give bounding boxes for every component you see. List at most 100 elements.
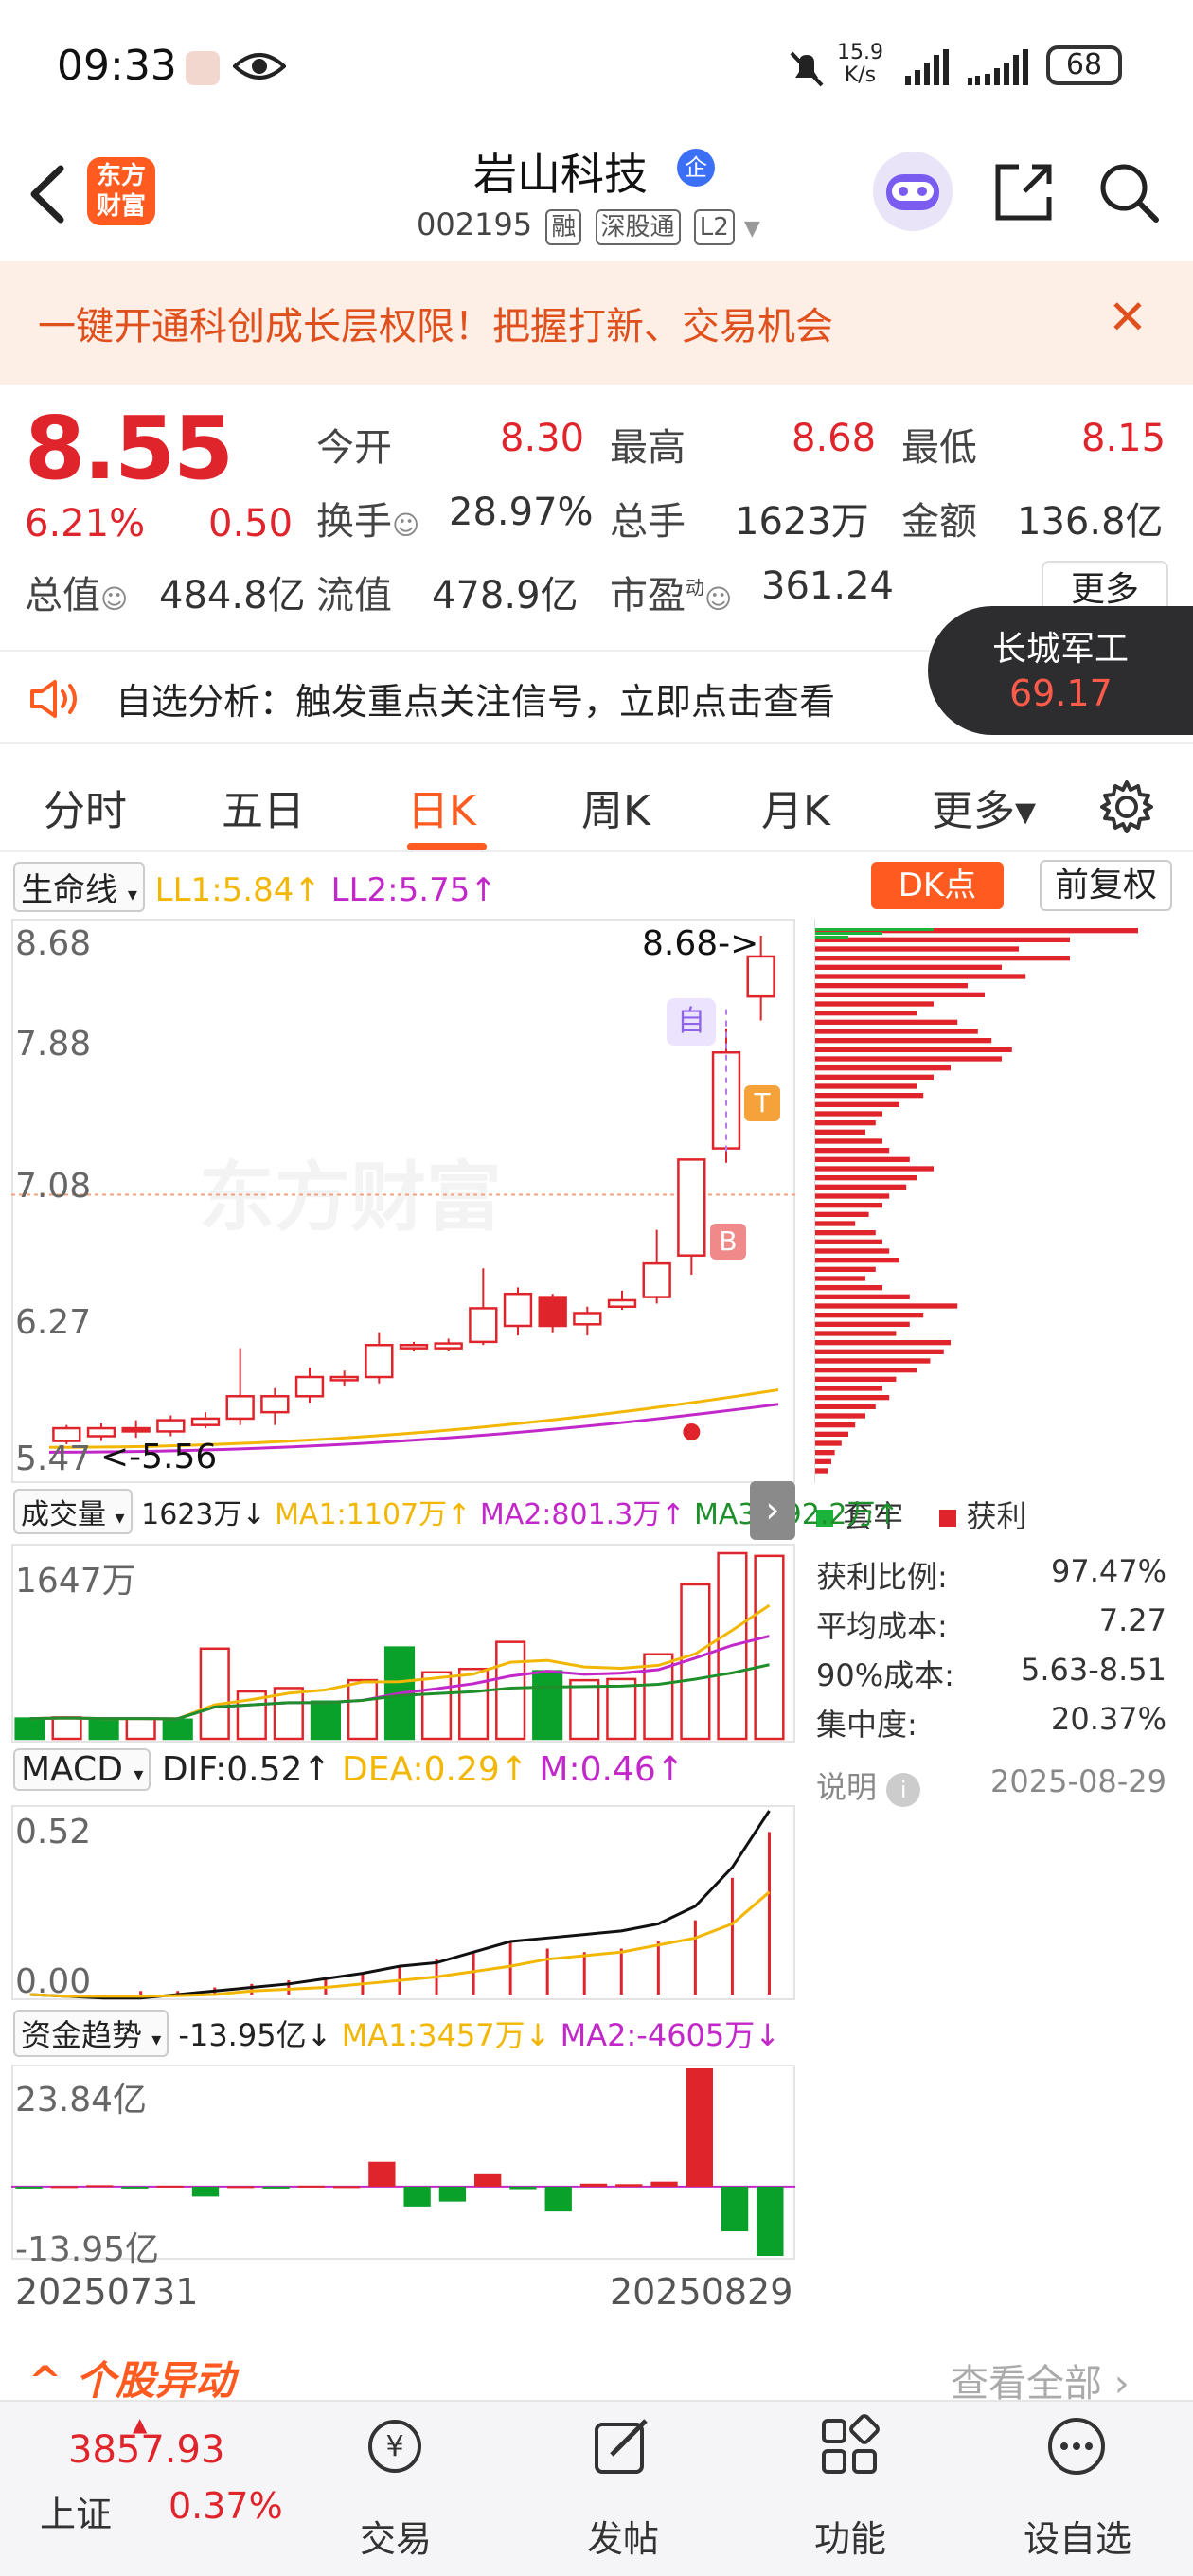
ll1-value: LL1:5.84↑: [154, 871, 321, 909]
chip-profit-bar: [814, 1038, 992, 1044]
chip-profit-bar: [814, 1074, 934, 1080]
promo-banner[interactable]: 一键开通科创成长层权限！把握打新、交易机会 ✕: [0, 261, 1193, 385]
dropdown-icon: ▼: [743, 217, 760, 241]
notification-icon: [186, 51, 220, 85]
info-icon: i: [886, 1773, 921, 1807]
signal-b-badge[interactable]: B: [710, 1224, 746, 1260]
signal-zi-badge[interactable]: 自: [667, 998, 716, 1046]
chip-profit-bar: [814, 1266, 876, 1272]
period-tabs: 分时 五日 日K 周K 月K 更多▾: [0, 758, 1193, 852]
function-icon[interactable]: [816, 2413, 882, 2479]
nav-function[interactable]: 功能: [775, 2510, 926, 2562]
app-logo[interactable]: 东方 财富: [87, 157, 155, 225]
share-icon[interactable]: [990, 159, 1057, 225]
fund-flow-bar: [579, 2183, 608, 2187]
chip-profit-bar: [814, 1129, 865, 1135]
chip-profit-bar: [814, 1395, 890, 1401]
candle-body: [677, 1158, 706, 1257]
fund-select[interactable]: 资金趋势 ▾: [13, 2010, 169, 2057]
price-axis-4: 6.27: [15, 1303, 92, 1342]
high-marker: 8.68->: [642, 924, 759, 963]
indicator-select[interactable]: 生命线 ▾: [13, 862, 145, 912]
adjust-button[interactable]: 前复权: [1040, 860, 1172, 911]
fund-indicator-row: 资金趋势 ▾ -13.95亿↓ MA1:3457万↓ MA2:-4605万↓: [13, 2010, 780, 2057]
volume-bar: [420, 1671, 453, 1741]
dk-point-button[interactable]: DK点: [871, 862, 1004, 909]
macd-select[interactable]: MACD ▾: [13, 1748, 151, 1791]
date-start: 20250731: [15, 2271, 199, 2313]
volume-bar: [14, 1717, 45, 1741]
trade-icon[interactable]: ¥: [362, 2413, 428, 2479]
stock-movement-title[interactable]: ^ 个股异动: [28, 2349, 235, 2406]
ll2-value: LL2:5.75↑: [330, 871, 497, 909]
chip-profit-bar: [814, 992, 985, 997]
mute-icon: [790, 51, 824, 87]
volume-ma1: MA1:1107万↑: [275, 1498, 472, 1531]
ai-robot-icon[interactable]: [873, 152, 953, 231]
post-icon[interactable]: [589, 2413, 655, 2479]
signal-dot: [683, 1423, 701, 1440]
signal-t-badge[interactable]: T: [744, 1085, 780, 1121]
nav-add-watchlist[interactable]: 设自选: [1002, 2510, 1153, 2562]
nav-post[interactable]: 发帖: [547, 2510, 699, 2562]
macd-chart[interactable]: [11, 1805, 795, 2000]
fund-flow-bar: [757, 2186, 784, 2256]
chip-note-row[interactable]: 说明 i 2025-08-29: [816, 1763, 1166, 1807]
close-icon[interactable]: ✕: [1108, 290, 1148, 345]
chip-profit-bar: [814, 983, 968, 989]
tag-connect: 深股通: [595, 209, 681, 245]
tab-monthly-k[interactable]: 月K: [761, 777, 830, 837]
fund-axis-bottom: -13.95亿: [15, 2230, 160, 2269]
nav-trade[interactable]: 交易: [320, 2510, 472, 2562]
price-axis-2: 7.88: [15, 1025, 92, 1064]
status-bar: 09:33 15.9 K/s 68: [0, 0, 1193, 133]
fund-flow-bar: [227, 2186, 255, 2189]
chip-trapped-bar: [814, 928, 934, 931]
more-dots-icon[interactable]: [1043, 2413, 1110, 2479]
candle-body: [156, 1419, 186, 1433]
volume-bar: [310, 1700, 341, 1741]
volume-select[interactable]: 成交量 ▾: [13, 1489, 133, 1534]
pe-label: 市盈动☺: [610, 574, 733, 617]
volume-ma2: MA2:801.3万↑: [479, 1498, 686, 1531]
back-arrow-icon[interactable]: [21, 161, 78, 227]
chip-profit-bar: [814, 1340, 951, 1346]
eye-icon: [233, 53, 286, 80]
search-icon[interactable]: [1095, 159, 1162, 225]
open-label: 今开: [316, 426, 392, 470]
candle-body: [434, 1342, 463, 1350]
stock-code-row[interactable]: 002195 融 深股通 L2 ▼: [417, 206, 760, 245]
stock-name[interactable]: 岩山科技: [473, 140, 648, 203]
price-axis-top: 8.68: [15, 924, 92, 963]
tab-weekly-k[interactable]: 周K: [581, 777, 650, 837]
fund-value: -13.95亿↓: [178, 2017, 332, 2053]
index-change: 0.37%: [169, 2485, 283, 2527]
tab-five-day[interactable]: 五日: [222, 777, 305, 837]
chip-profit-bar: [814, 1349, 944, 1354]
candle-body: [329, 1375, 359, 1382]
expand-arrow-button[interactable]: ›: [750, 1481, 795, 1540]
chip-profit-bar: [814, 1239, 882, 1244]
chip-profit-bar: [814, 1120, 876, 1126]
index-ticker[interactable]: ▲ 3857.93 上证 0.37%: [19, 2413, 303, 2555]
tab-intraday[interactable]: 分时: [44, 777, 127, 837]
floating-stock-tip[interactable]: 长城军工 69.17: [928, 606, 1193, 735]
info-icon: ☺: [704, 583, 733, 615]
macd-m: M:0.46↑: [539, 1750, 685, 1789]
current-price: 8.55: [25, 398, 234, 499]
gear-icon[interactable]: [1098, 778, 1155, 835]
chip-trapped-bar: [814, 932, 882, 935]
change-amount: 0.50: [208, 502, 294, 546]
chip-profit-bar: [814, 1083, 917, 1089]
chip-profit-bar: [814, 1011, 917, 1016]
chip-distribution-chart[interactable]: [814, 919, 1166, 1483]
chip-profit-bar: [814, 1184, 907, 1190]
tab-more[interactable]: 更多▾: [932, 777, 1036, 837]
chip-profit-bar: [814, 1175, 917, 1181]
chip-profit-bar: [814, 1019, 958, 1025]
volume-bar: [88, 1718, 119, 1741]
chip-profit-bar: [814, 1358, 931, 1364]
index-name: 上证: [40, 2494, 113, 2535]
tab-daily-k[interactable]: 日K: [407, 777, 476, 837]
chip-profit-bar: [814, 1422, 856, 1428]
